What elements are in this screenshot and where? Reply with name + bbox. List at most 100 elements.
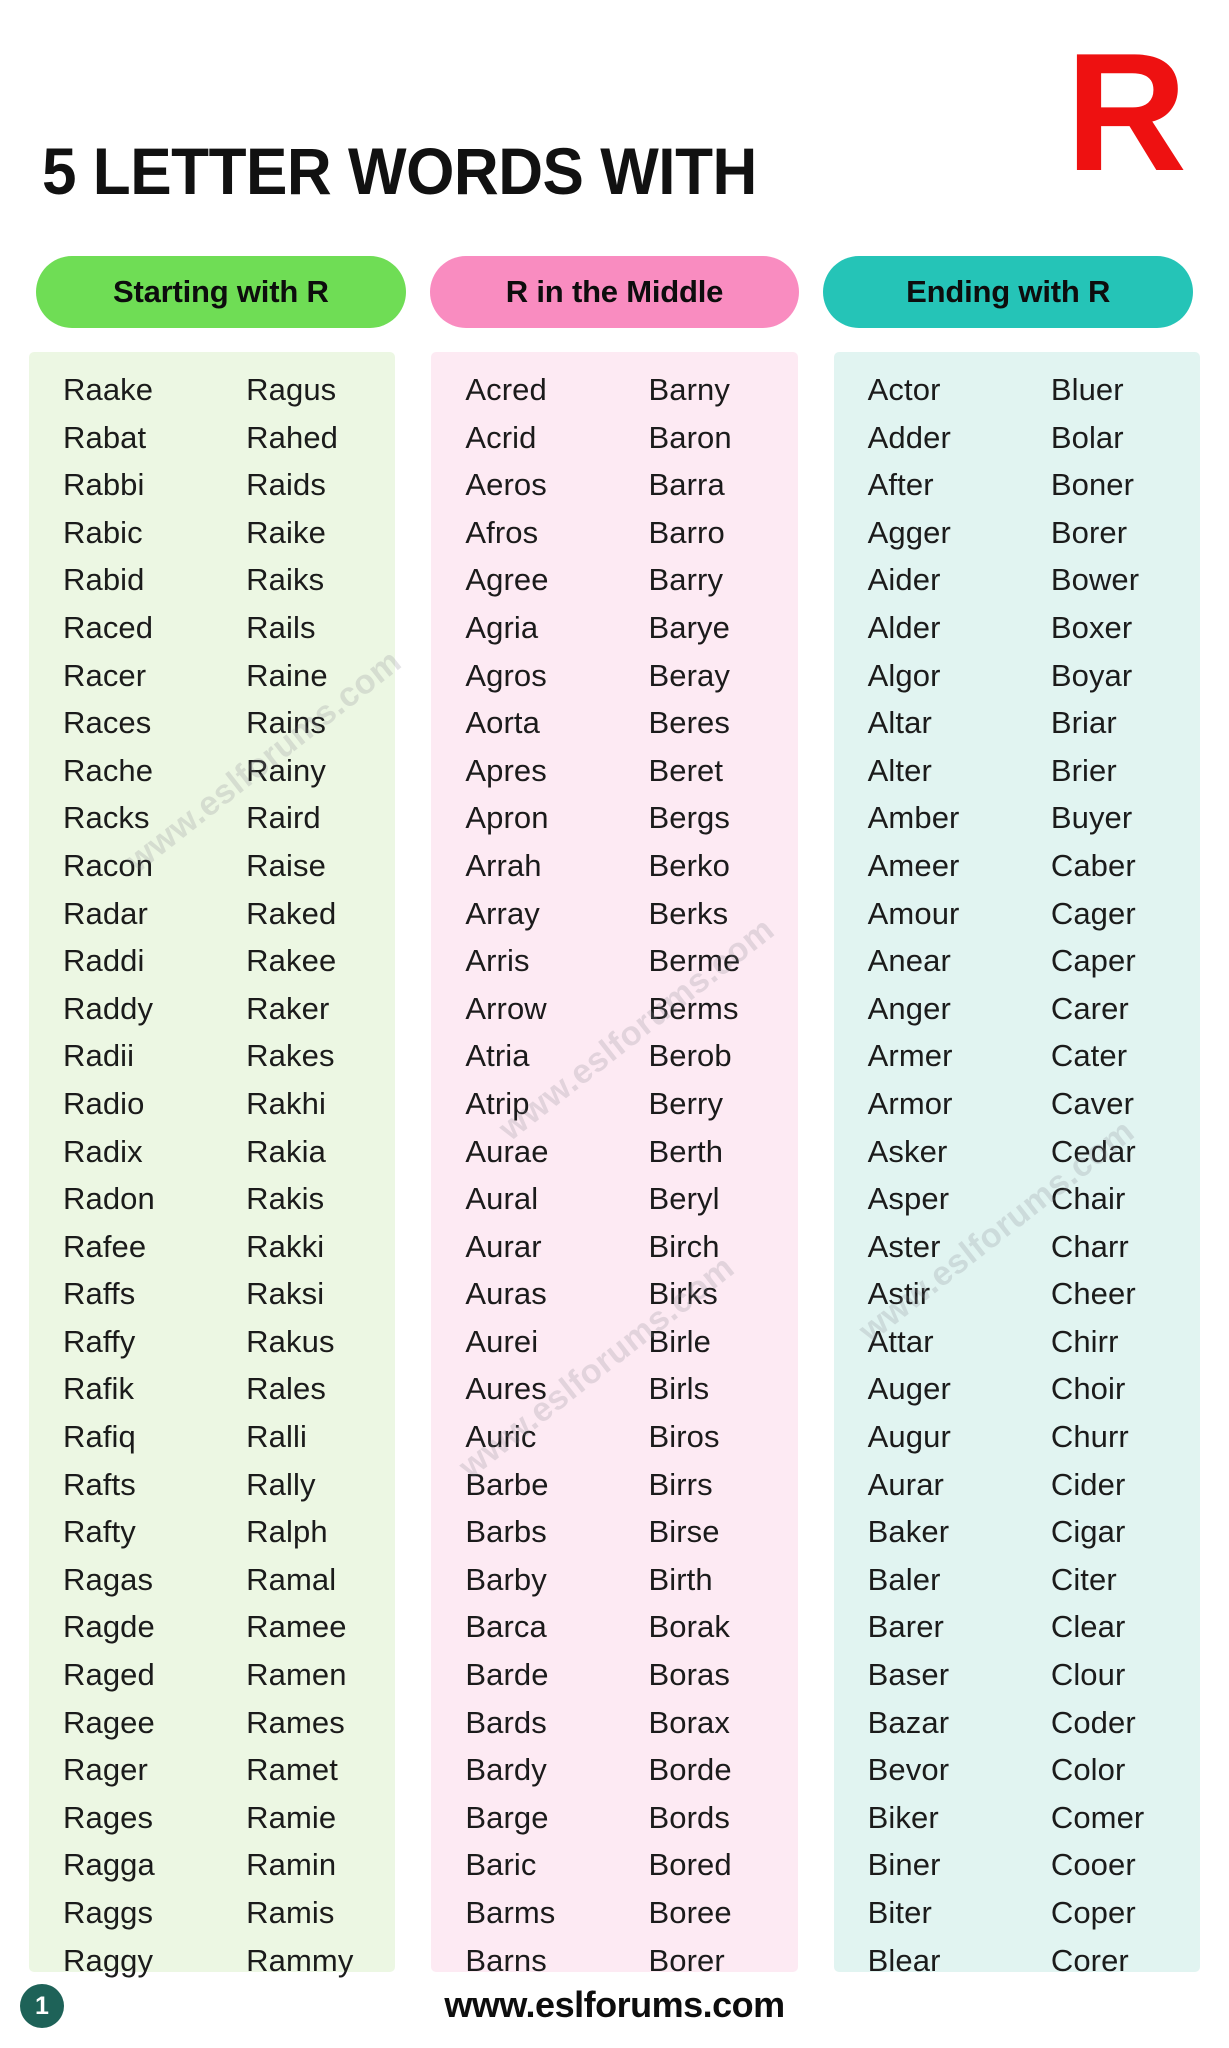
word-item: Rafiq	[63, 1419, 136, 1455]
word-item: Apres	[465, 752, 547, 788]
word-item: Raker	[246, 990, 330, 1026]
word-item: Raise	[246, 847, 326, 883]
word-item: Berme	[648, 943, 741, 979]
word-item: Auras	[465, 1276, 547, 1312]
word-item: Aural	[465, 1181, 539, 1217]
word-item: Comer	[1050, 1799, 1145, 1835]
word-item: Amber	[867, 800, 960, 836]
word-item: Ragga	[63, 1847, 155, 1883]
word-item: Barry	[648, 562, 724, 598]
word-item: Cider	[1050, 1466, 1126, 1502]
word-item: Bevor	[867, 1752, 950, 1788]
word-item: Cheer	[1050, 1276, 1136, 1312]
word-item: Races	[63, 705, 152, 741]
word-item: Raiks	[246, 562, 325, 598]
word-item: Raddy	[63, 990, 154, 1026]
word-item: Barms	[465, 1895, 556, 1930]
word-item: Raike	[246, 514, 326, 550]
badge-starting-with-r[interactable]: Starting with R	[36, 256, 406, 328]
word-item: Auric	[465, 1419, 537, 1455]
word-item: Acred	[465, 372, 547, 407]
word-item: Cooer	[1050, 1847, 1136, 1883]
word-item: Borak	[648, 1609, 730, 1645]
word-item: Aurar	[465, 1228, 542, 1264]
word-item: Beres	[648, 705, 730, 741]
badge-ending-with-r[interactable]: Ending with R	[823, 256, 1194, 328]
word-column-ending-with-r: Actor Adder After Agger Aider Alder Algor Altar…	[833, 352, 1200, 1978]
word-item: Rally	[246, 1466, 316, 1502]
word-item: Boxer	[1050, 609, 1133, 645]
word-item: Clear	[1050, 1609, 1126, 1645]
word-item: Ameer	[867, 847, 960, 883]
word-item: Rames	[246, 1704, 345, 1740]
word-item: Alter	[867, 752, 932, 788]
word-item: Rabid	[63, 562, 145, 598]
word-item: Ramis	[246, 1895, 335, 1930]
word-item: Arrow	[465, 990, 547, 1026]
word-item: Anger	[867, 990, 951, 1026]
word-item: Borer	[1050, 514, 1128, 550]
word-item: Citer	[1050, 1561, 1117, 1597]
word-item: Raird	[246, 800, 321, 836]
word-item: Bolar	[1050, 419, 1124, 455]
word-item: Barde	[465, 1657, 549, 1693]
word-item: Barny	[648, 372, 730, 407]
word-item: Anear	[867, 943, 951, 979]
word-item: Radii	[63, 1038, 135, 1074]
word-item: Bluer	[1050, 372, 1124, 407]
word-item: Baser	[867, 1657, 950, 1693]
word-item: Caver	[1050, 1085, 1135, 1121]
word-item: Ragee	[63, 1704, 155, 1740]
word-item: Aurar	[867, 1466, 944, 1502]
word-item: Rakis	[246, 1181, 325, 1217]
word-subcolumn-left: Actor Adder After Agger Aider Alder Algor Altar…	[834, 366, 1017, 1978]
page-header: 5 LETTER WORDS WITH	[0, 0, 1229, 246]
word-item: Rafts	[63, 1466, 136, 1502]
word-item: Barro	[648, 514, 725, 550]
word-item: Beray	[648, 657, 730, 693]
word-item: Raffs	[63, 1276, 136, 1312]
page-title: 5 LETTER WORDS WITH	[42, 134, 757, 208]
word-item: Rabic	[63, 514, 143, 550]
word-item: Barby	[465, 1561, 547, 1597]
word-item: Charr	[1050, 1228, 1129, 1264]
word-item: Color	[1050, 1752, 1126, 1788]
badge-r-in-the-middle[interactable]: R in the Middle	[429, 256, 800, 328]
word-item: Raksi	[246, 1276, 325, 1312]
word-item: Coper	[1050, 1895, 1136, 1930]
word-item: Cigar	[1050, 1514, 1126, 1550]
word-item: Berms	[648, 990, 739, 1026]
word-item: Baker	[867, 1514, 950, 1550]
word-item: Bergs	[648, 800, 730, 836]
word-item: Rakia	[246, 1133, 326, 1169]
word-item: Barca	[465, 1609, 547, 1645]
word-item: Ramie	[246, 1799, 337, 1835]
word-item: Rakes	[246, 1038, 335, 1074]
word-item: Carer	[1050, 990, 1129, 1026]
word-item: Aster	[867, 1228, 941, 1264]
category-badge-row: Starting with R R in the Middle Ending w…	[0, 256, 1229, 336]
big-letter-r: R	[1065, 18, 1187, 206]
word-item: Bords	[648, 1799, 730, 1835]
word-item: Racks	[63, 800, 150, 836]
word-subcolumn-left: Acred Acrid Aeros Afros Agree Agria Agros Aorta…	[431, 366, 614, 1978]
word-item: Birrs	[648, 1466, 713, 1502]
word-item: Borde	[648, 1752, 732, 1788]
word-item: Racer	[63, 657, 147, 693]
word-item: Rains	[246, 705, 326, 741]
word-item: Rager	[63, 1752, 148, 1788]
word-item: Barbe	[465, 1466, 549, 1502]
word-item: Asker	[867, 1133, 948, 1169]
word-subcolumn-right: Bluer Bolar Boner Borer Bower Boxer Boyar Briar…	[1017, 366, 1200, 1978]
word-item: Berko	[648, 847, 730, 883]
word-item: Bazar	[867, 1704, 950, 1740]
word-item: Cedar	[1050, 1133, 1136, 1169]
word-item: Buyer	[1050, 800, 1133, 836]
word-item: Caber	[1050, 847, 1136, 883]
word-item: Caper	[1050, 943, 1136, 979]
word-item: Berry	[648, 1085, 724, 1121]
word-item: Brier	[1050, 752, 1117, 788]
word-item: Borax	[648, 1704, 730, 1740]
word-item: Apron	[465, 800, 549, 836]
word-item: Astir	[867, 1276, 931, 1312]
